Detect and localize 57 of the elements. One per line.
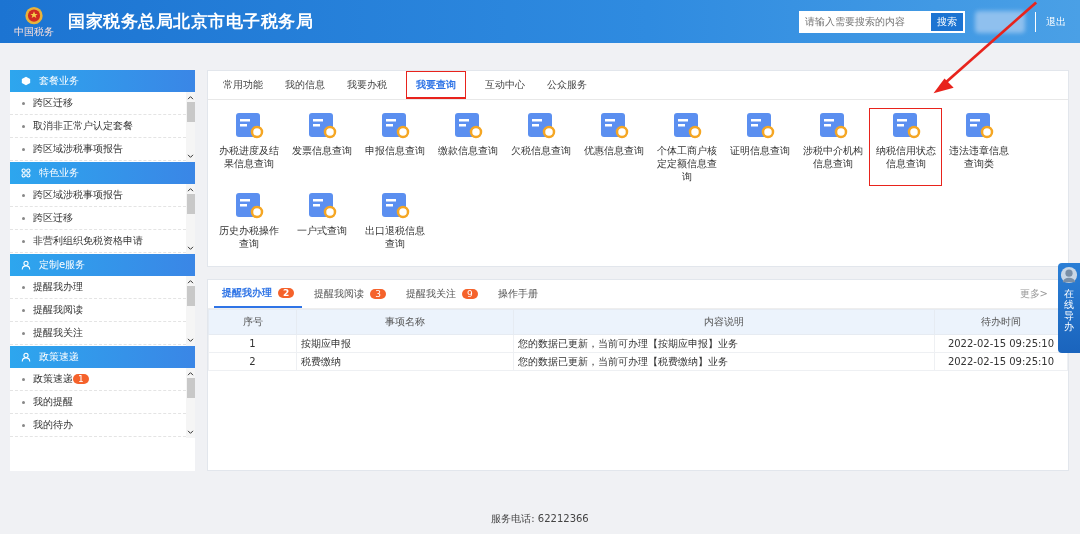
- chevron-down-icon[interactable]: [187, 246, 194, 251]
- table-cell: 您的数据已更新，当前可办理【税费缴纳】业务: [513, 352, 935, 371]
- category-tab[interactable]: 我要办税: [337, 71, 397, 99]
- scrollbar[interactable]: [186, 184, 195, 254]
- column-header: 内容说明: [513, 309, 935, 335]
- count-badge: 1: [73, 374, 89, 384]
- column-header: 事项名称: [296, 309, 514, 335]
- table-cell: 税费缴纳: [296, 352, 514, 371]
- chevron-up-icon[interactable]: [187, 187, 194, 192]
- grid-icon: [21, 168, 31, 178]
- search-field[interactable]: 请输入需要搜索的内容 搜索: [799, 10, 965, 33]
- table-cell: 1: [208, 334, 297, 353]
- function-item[interactable]: 违法违章信息查询类: [942, 108, 1015, 186]
- table-cell: 2: [208, 352, 297, 371]
- scrollbar[interactable]: [186, 368, 195, 438]
- function-item[interactable]: 纳税信用状态信息查询: [869, 108, 942, 186]
- function-item[interactable]: 出口退税信息查询: [358, 188, 431, 260]
- reminder-tab[interactable]: 提醒我关注 9: [398, 280, 486, 308]
- category-tab[interactable]: 常用功能: [213, 71, 273, 99]
- category-tab[interactable]: 互动中心: [475, 71, 535, 99]
- person-icon: [21, 352, 31, 362]
- chevron-up-icon[interactable]: [187, 95, 194, 100]
- table-cell: 按期应申报: [296, 334, 514, 353]
- table-cell: 2022-02-15 09:25:10: [934, 352, 1068, 371]
- function-item[interactable]: 办税进度及结果信息查询: [212, 108, 285, 186]
- table-cell: 您的数据已更新，当前可办理【按期应申报】业务: [513, 334, 935, 353]
- function-item[interactable]: 申报信息查询: [358, 108, 431, 186]
- chevron-down-icon[interactable]: [187, 430, 194, 435]
- scrollbar[interactable]: [186, 276, 195, 346]
- chevron-down-icon[interactable]: [187, 154, 194, 159]
- function-item[interactable]: 历史办税操作查询: [212, 188, 285, 260]
- category-tab[interactable]: 公众服务: [537, 71, 597, 99]
- category-tab[interactable]: 我要查询: [406, 71, 466, 99]
- function-item[interactable]: 个体工商户核定定额信息查询: [650, 108, 723, 186]
- chevron-up-icon[interactable]: [187, 371, 194, 376]
- avatar-icon: [1060, 266, 1078, 284]
- reminder-tab[interactable]: 操作手册: [489, 280, 546, 308]
- cube-icon: [21, 76, 31, 86]
- chevron-down-icon[interactable]: [187, 338, 194, 343]
- column-header: 序号: [208, 309, 297, 335]
- reminder-tab[interactable]: 提醒我阅读 3: [306, 280, 394, 308]
- function-item[interactable]: 发票信息查询: [285, 108, 358, 186]
- function-item[interactable]: 涉税中介机构信息查询: [796, 108, 869, 186]
- function-item[interactable]: 缴款信息查询: [431, 108, 504, 186]
- logo-caption: 中国税务: [14, 27, 54, 37]
- chevron-up-icon[interactable]: [187, 279, 194, 284]
- scrollbar[interactable]: [186, 92, 195, 162]
- blurred-username: [975, 10, 1025, 33]
- function-item[interactable]: 证明信息查询: [723, 108, 796, 186]
- search-button[interactable]: 搜索: [930, 11, 964, 32]
- service-phone: 服务电话: 62212366: [491, 513, 589, 524]
- function-item[interactable]: 一户式查询: [285, 188, 358, 260]
- site-title: 国家税务总局北京市电子税务局: [68, 10, 313, 33]
- function-item[interactable]: 优惠信息查询: [577, 108, 650, 186]
- person-icon: [21, 260, 31, 270]
- category-tab[interactable]: 我的信息: [275, 71, 335, 99]
- function-item[interactable]: 欠税信息查询: [504, 108, 577, 186]
